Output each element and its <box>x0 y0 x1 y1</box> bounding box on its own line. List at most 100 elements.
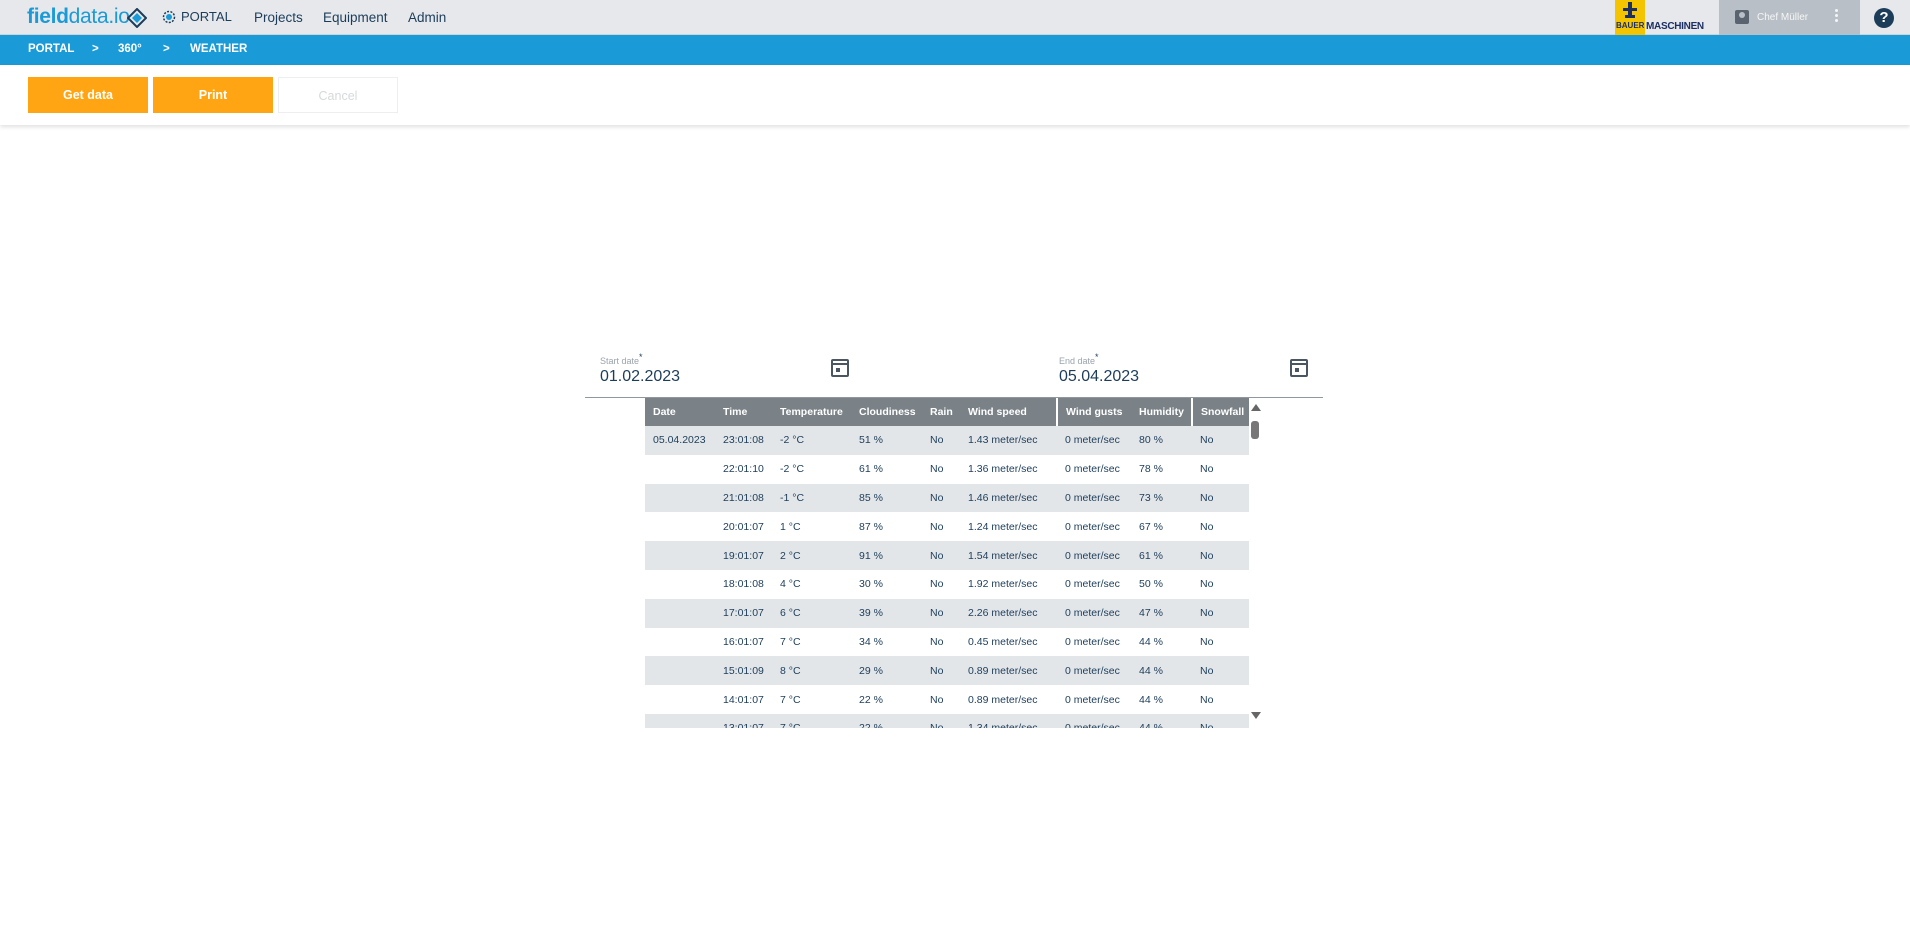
cell-snowfall: No <box>1192 483 1249 513</box>
action-toolbar: Get data Print Cancel <box>0 65 1910 125</box>
col-header-time[interactable]: Time <box>715 398 772 426</box>
table-scrollbar[interactable] <box>1249 404 1261 722</box>
nav-projects[interactable]: Projects <box>254 10 303 25</box>
cell-humidity: 44 % <box>1131 713 1192 728</box>
table-row[interactable]: 14:01:07 7 °C 22 % No 0.89 meter/sec 0 meter/… <box>645 685 1249 714</box>
scroll-down-arrow-icon[interactable] <box>1251 712 1261 719</box>
cell-cloudiness: 22 % <box>851 685 922 714</box>
cell-wind-gusts: 0 meter/sec <box>1057 713 1131 728</box>
cell-temperature: -2 °C <box>772 426 851 455</box>
cell-wind-gusts: 0 meter/sec <box>1057 512 1131 542</box>
cell-rain: No <box>922 483 960 513</box>
col-header-temperature[interactable]: Temperature <box>772 398 851 426</box>
cell-snowfall: No <box>1192 512 1249 542</box>
col-header-wind-gusts[interactable]: Wind gusts <box>1056 398 1131 426</box>
end-calendar-icon[interactable] <box>1290 359 1308 377</box>
table-row[interactable]: 19:01:07 2 °C 91 % No 1.54 meter/sec 0 meter/… <box>645 541 1249 570</box>
cell-cloudiness: 87 % <box>851 512 922 542</box>
table-row[interactable]: 15:01:09 8 °C 29 % No 0.89 meter/sec 0 meter/… <box>645 656 1249 686</box>
table-row[interactable]: 21:01:08 -1 °C 85 % No 1.46 meter/sec 0 meter… <box>645 483 1249 513</box>
cell-cloudiness: 91 % <box>851 541 922 570</box>
cell-humidity: 47 % <box>1131 598 1192 628</box>
cell-time: 20:01:07 <box>715 512 772 542</box>
cell-wind-speed: 0.45 meter/sec <box>960 627 1057 657</box>
bauer-logo-box: BAUER <box>1615 0 1645 35</box>
cell-wind-speed: 1.36 meter/sec <box>960 454 1057 484</box>
cell-date <box>645 454 715 484</box>
cell-cloudiness: 51 % <box>851 426 922 455</box>
cell-wind-speed: 1.54 meter/sec <box>960 541 1057 570</box>
cell-rain: No <box>922 713 960 728</box>
cell-date: 05.04.2023 <box>645 426 715 455</box>
cell-humidity: 80 % <box>1131 426 1192 455</box>
table-row[interactable]: 05.04.2023 23:01:08 -2 °C 51 % No 1.43 meter/… <box>645 426 1249 455</box>
scroll-up-arrow-icon[interactable] <box>1251 404 1261 411</box>
cell-rain: No <box>922 512 960 542</box>
cell-time: 17:01:07 <box>715 598 772 628</box>
col-header-snowfall[interactable]: Snowfall <box>1191 398 1249 426</box>
scrollbar-thumb[interactable] <box>1251 421 1259 439</box>
cell-humidity: 50 % <box>1131 569 1192 599</box>
cell-temperature: 6 °C <box>772 598 851 628</box>
cell-rain: No <box>922 454 960 484</box>
table-row[interactable]: 16:01:07 7 °C 34 % No 0.45 meter/sec 0 meter/… <box>645 627 1249 657</box>
cell-time: 19:01:07 <box>715 541 772 570</box>
table-row[interactable]: 13:01:077 °C22 %No1.34 meter/sec0 meter/… <box>645 713 1249 728</box>
cell-snowfall: No <box>1192 426 1249 455</box>
table-row[interactable]: 17:01:07 6 °C 39 % No 2.26 meter/sec 0 meter/… <box>645 598 1249 628</box>
start-calendar-icon[interactable] <box>831 359 849 377</box>
cell-cloudiness: 39 % <box>851 598 922 628</box>
cell-humidity: 73 % <box>1131 483 1192 513</box>
cancel-button[interactable]: Cancel <box>278 77 398 113</box>
cell-humidity: 78 % <box>1131 454 1192 484</box>
cell-wind-gusts: 0 meter/sec <box>1057 598 1131 628</box>
end-date-label: End date* <box>1059 352 1099 366</box>
breadcrumb-360[interactable]: 360° <box>118 43 142 55</box>
cell-rain: No <box>922 426 960 455</box>
cell-snowfall: No <box>1192 627 1249 657</box>
start-date-value[interactable]: 01.02.2023 <box>600 368 680 386</box>
start-date-field[interactable]: Start date* 01.02.2023 <box>600 349 855 397</box>
table-header-row: Date Time Temperature Cloudiness Rain Wi… <box>645 398 1249 426</box>
user-account-icon <box>1735 10 1749 24</box>
cell-humidity: 61 % <box>1131 541 1192 570</box>
breadcrumb-weather: WEATHER <box>190 43 248 55</box>
breadcrumb: PORTAL > 360° > WEATHER <box>0 35 1910 65</box>
col-header-date[interactable]: Date <box>645 398 715 426</box>
nav-admin[interactable]: Admin <box>408 10 446 25</box>
end-date-value[interactable]: 05.04.2023 <box>1059 368 1139 386</box>
cell-temperature: 2 °C <box>772 541 851 570</box>
cell-temperature: 4 °C <box>772 569 851 599</box>
portal-nav-link[interactable]: PORTAL <box>162 9 232 24</box>
cell-time: 16:01:07 <box>715 627 772 657</box>
col-header-humidity[interactable]: Humidity <box>1131 398 1192 426</box>
help-icon[interactable]: ? <box>1874 8 1894 28</box>
cell-wind-gusts: 0 meter/sec <box>1057 569 1131 599</box>
table-row[interactable]: 18:01:08 4 °C 30 % No 1.92 meter/sec 0 meter/… <box>645 569 1249 599</box>
fielddata-logo[interactable]: fielddata.io <box>27 5 130 29</box>
end-date-field[interactable]: End date* 05.04.2023 <box>1059 349 1314 397</box>
breadcrumb-portal[interactable]: PORTAL <box>28 43 74 55</box>
cell-rain: No <box>922 569 960 599</box>
cell-temperature: 7 °C <box>772 713 851 728</box>
cell-rain: No <box>922 627 960 657</box>
cell-temperature: 7 °C <box>772 685 851 714</box>
cell-date <box>645 483 715 513</box>
print-button[interactable]: Print <box>153 77 273 113</box>
nav-equipment[interactable]: Equipment <box>323 10 388 25</box>
weather-table-container[interactable]: Date Time Temperature Cloudiness Rain Wi… <box>645 398 1249 728</box>
cell-wind-gusts: 0 meter/sec <box>1057 656 1131 686</box>
col-header-cloudiness[interactable]: Cloudiness <box>851 398 922 426</box>
cell-time: 18:01:08 <box>715 569 772 599</box>
col-header-wind-speed[interactable]: Wind speed <box>960 398 1057 426</box>
col-header-rain[interactable]: Rain <box>922 398 960 426</box>
user-menu[interactable]: Chef Müller <box>1719 0 1860 35</box>
portal-label: PORTAL <box>181 9 232 24</box>
table-row[interactable]: 20:01:07 1 °C 87 % No 1.24 meter/sec 0 meter/… <box>645 512 1249 542</box>
get-data-button[interactable]: Get data <box>28 77 148 113</box>
cell-date <box>645 713 715 728</box>
more-vert-icon[interactable] <box>1835 9 1839 25</box>
cell-temperature: -1 °C <box>772 483 851 513</box>
bauer-box-text: BAUER <box>1616 21 1645 30</box>
table-row[interactable]: 22:01:10 -2 °C 61 % No 1.36 meter/sec 0 meter… <box>645 454 1249 484</box>
